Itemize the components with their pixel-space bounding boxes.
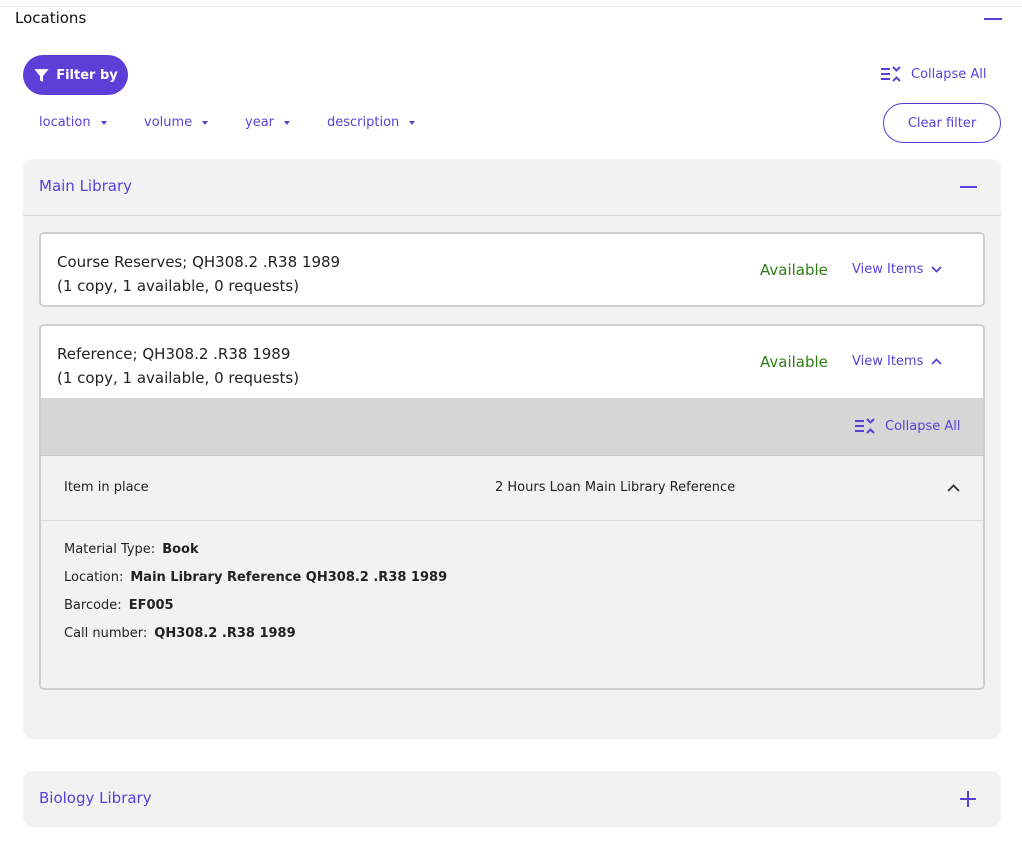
- holding-title: Reference; QH308.2 .R38 1989: [57, 345, 291, 363]
- collapse-all-button[interactable]: Collapse All: [880, 65, 987, 83]
- availability-status: Available: [760, 353, 828, 371]
- facet-location-dropdown[interactable]: location: [39, 115, 107, 130]
- clear-filter-button[interactable]: Clear filter: [883, 103, 1001, 143]
- view-items-label: View Items: [852, 354, 924, 369]
- view-items-button[interactable]: View Items: [852, 354, 942, 369]
- facet-label: location: [39, 115, 91, 130]
- detail-value: Main Library Reference QH308.2 .R38 1989: [130, 570, 448, 585]
- collapse-all-icon: [881, 66, 901, 82]
- library-header[interactable]: Main Library: [23, 159, 1001, 216]
- detail-location: Location: Main Library Reference QH308.2…: [64, 570, 447, 585]
- caret-down-icon: [202, 120, 209, 125]
- holding-summary: (1 copy, 1 available, 0 requests): [57, 369, 300, 387]
- detail-label: Barcode:: [64, 598, 122, 613]
- library-name: Biology Library: [39, 789, 152, 807]
- detail-label: Material Type:: [64, 542, 156, 557]
- holding-summary: (1 copy, 1 available, 0 requests): [57, 277, 300, 295]
- item-loan-policy: 2 Hours Loan Main Library Reference: [495, 480, 736, 495]
- detail-material-type: Material Type: Book: [64, 542, 199, 557]
- collapse-all-label: Collapse All: [911, 66, 987, 82]
- view-items-label: View Items: [852, 262, 924, 277]
- view-items-button[interactable]: View Items: [852, 262, 942, 277]
- library-name: Main Library: [39, 177, 133, 195]
- detail-call-number: Call number: QH308.2 .R38 1989: [64, 626, 296, 641]
- items-toolbar: Collapse All: [41, 398, 983, 456]
- minus-icon[interactable]: [960, 186, 977, 188]
- collapse-all-label: Collapse All: [885, 418, 961, 434]
- holding-course-reserves: Course Reserves; QH308.2 .R38 1989 (1 co…: [39, 232, 985, 307]
- facet-label: volume: [144, 115, 193, 130]
- caret-down-icon: [409, 120, 416, 125]
- detail-value: EF005: [128, 598, 174, 613]
- filter-by-label: Filter by: [56, 67, 118, 83]
- plus-icon[interactable]: [959, 790, 977, 808]
- collapse-all-items-button[interactable]: Collapse All: [854, 417, 961, 435]
- item-status: Item in place: [64, 480, 149, 495]
- facet-year-dropdown[interactable]: year: [245, 115, 291, 130]
- chevron-up-icon[interactable]: [947, 484, 960, 492]
- filter-by-button[interactable]: Filter by: [23, 55, 128, 95]
- availability-status: Available: [760, 261, 828, 279]
- holding-reference: Reference; QH308.2 .R38 1989 (1 copy, 1 …: [39, 324, 985, 690]
- detail-barcode: Barcode: EF005: [64, 598, 174, 613]
- funnel-icon: [34, 68, 49, 82]
- detail-value: QH308.2 .R38 1989: [154, 626, 296, 641]
- detail-value: Book: [162, 542, 199, 557]
- facet-label: year: [245, 115, 275, 130]
- detail-label: Call number:: [64, 626, 148, 641]
- chevron-down-icon: [931, 266, 942, 273]
- section-collapse-minus-icon[interactable]: [984, 18, 1002, 20]
- section-title: Locations: [15, 9, 87, 27]
- caret-down-icon: [284, 120, 291, 125]
- facet-description-dropdown[interactable]: description: [327, 115, 416, 130]
- chevron-up-icon: [931, 358, 942, 365]
- library-panel-biology[interactable]: Biology Library: [23, 771, 1001, 827]
- library-panel-main: Main Library Course Reserves; QH308.2 .R…: [23, 159, 1001, 739]
- collapse-all-icon: [855, 418, 875, 434]
- detail-label: Location:: [64, 570, 124, 585]
- facet-label: description: [327, 115, 400, 130]
- facet-volume-dropdown[interactable]: volume: [144, 115, 209, 130]
- item-header-row[interactable]: Item in place 2 Hours Loan Main Library …: [41, 456, 983, 521]
- item-panel: Item in place 2 Hours Loan Main Library …: [41, 456, 983, 688]
- caret-down-icon: [100, 120, 107, 125]
- holding-title: Course Reserves; QH308.2 .R38 1989: [57, 253, 341, 271]
- top-divider: [0, 6, 1022, 7]
